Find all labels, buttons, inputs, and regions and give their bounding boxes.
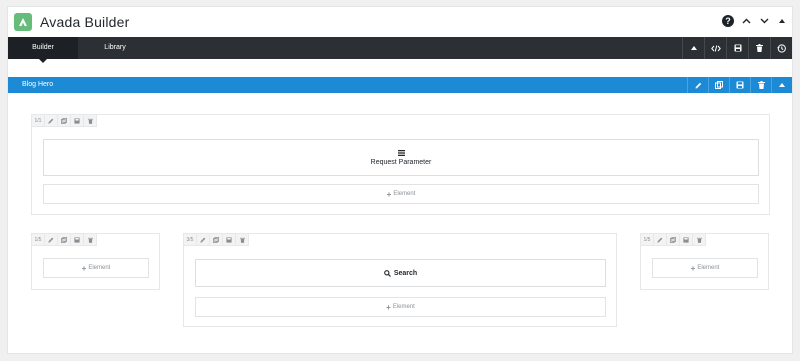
- pencil-icon[interactable]: [45, 234, 58, 246]
- caret-up-icon[interactable]: [682, 37, 704, 59]
- tab-bar: Builder Library: [8, 37, 792, 63]
- tab-library[interactable]: Library: [80, 37, 150, 59]
- column-size[interactable]: 1/1: [32, 115, 45, 127]
- window-controls: ?: [722, 14, 788, 28]
- column-1-1[interactable]: 1/1 Request Parameter + Element: [31, 114, 770, 215]
- caret-up-icon[interactable]: [776, 14, 788, 28]
- add-element-label: Element: [697, 265, 720, 271]
- column-size[interactable]: 1/5: [641, 234, 654, 246]
- trash-icon[interactable]: [750, 77, 771, 93]
- tabbar-actions: [682, 37, 792, 59]
- caret-up-icon[interactable]: [771, 77, 792, 93]
- column-3-5-middle[interactable]: 3/5 Search + Element: [183, 233, 617, 327]
- element-search[interactable]: Search: [195, 259, 606, 287]
- add-element-label: Element: [392, 304, 415, 310]
- plus-icon: +: [690, 263, 696, 273]
- pencil-icon[interactable]: [197, 234, 210, 246]
- container-title: Blog Hero: [22, 81, 54, 88]
- add-element-button[interactable]: + Element: [43, 258, 149, 278]
- builder-panel: Avada Builder ? Builder Library Blog Her…: [7, 6, 793, 354]
- container-actions: [687, 77, 792, 93]
- element-label: Request Parameter: [370, 158, 432, 166]
- plus-icon: +: [386, 189, 392, 199]
- trash-icon[interactable]: [84, 234, 97, 246]
- column-toolbar: 1/1: [32, 115, 97, 127]
- save-icon[interactable]: [71, 234, 84, 246]
- code-icon[interactable]: [704, 37, 726, 59]
- plus-icon: +: [386, 302, 391, 312]
- add-element-button[interactable]: + Element: [652, 258, 758, 278]
- clone-icon[interactable]: [708, 77, 729, 93]
- add-element-button[interactable]: + Element: [43, 184, 759, 204]
- chevron-down-icon[interactable]: [758, 14, 770, 28]
- add-element-label: Element: [393, 191, 416, 197]
- bars-icon: [397, 149, 405, 156]
- clone-icon[interactable]: [58, 115, 71, 127]
- trash-icon[interactable]: [84, 115, 97, 127]
- clone-icon[interactable]: [58, 234, 71, 246]
- pencil-icon[interactable]: [687, 77, 708, 93]
- column-toolbar: 1/5: [641, 234, 706, 246]
- column-size[interactable]: 1/5: [32, 234, 45, 246]
- add-element-label: Element: [88, 265, 111, 271]
- trash-icon[interactable]: [693, 234, 706, 246]
- pencil-icon[interactable]: [654, 234, 667, 246]
- container-bar-blog-hero[interactable]: Blog Hero: [8, 77, 792, 93]
- title-bar: Avada Builder ?: [8, 7, 792, 37]
- column-1-5-left[interactable]: 1/5 + Element: [31, 233, 160, 290]
- clone-icon[interactable]: [667, 234, 680, 246]
- element-request-parameter[interactable]: Request Parameter: [43, 139, 759, 176]
- column-size[interactable]: 3/5: [184, 234, 197, 246]
- plus-icon: +: [81, 263, 87, 273]
- save-icon[interactable]: [71, 115, 84, 127]
- save-icon[interactable]: [729, 77, 750, 93]
- column-1-5-right[interactable]: 1/5 + Element: [640, 233, 769, 290]
- chevron-up-icon[interactable]: [740, 14, 752, 28]
- save-icon[interactable]: [726, 37, 748, 59]
- trash-icon[interactable]: [748, 37, 770, 59]
- tab-builder[interactable]: Builder: [8, 37, 78, 63]
- add-element-button[interactable]: + Element: [195, 297, 606, 317]
- column-toolbar: 3/5: [184, 234, 249, 246]
- app-title: Avada Builder: [40, 14, 130, 30]
- column-toolbar: 1/5: [32, 234, 97, 246]
- save-icon[interactable]: [680, 234, 693, 246]
- trash-icon[interactable]: [236, 234, 249, 246]
- search-icon: [383, 269, 391, 277]
- help-icon[interactable]: ?: [722, 15, 734, 27]
- element-label: Search: [393, 269, 418, 277]
- save-icon[interactable]: [223, 234, 236, 246]
- avada-logo: [14, 13, 32, 31]
- clone-icon[interactable]: [210, 234, 223, 246]
- pencil-icon[interactable]: [45, 115, 58, 127]
- history-icon[interactable]: [770, 37, 792, 59]
